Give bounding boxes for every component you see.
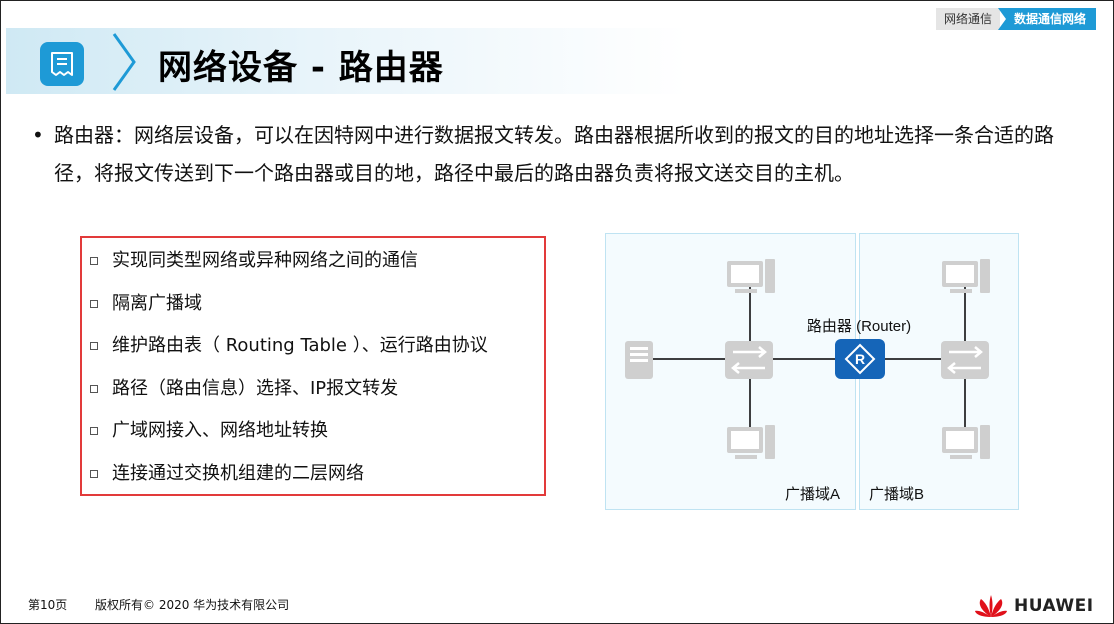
router-definition-text: 路由器：网络层设备，可以在因特网中进行数据报文转发。路由器根据所收到的报文的目的… (54, 123, 1054, 185)
svg-text:R: R (855, 351, 865, 367)
main-bullet: • 路由器：网络层设备，可以在因特网中进行数据报文转发。路由器根据所收到的报文的… (32, 116, 1074, 192)
list-item-text: 维护路由表（ Routing Table ）、运行路由协议 (112, 335, 488, 357)
square-bullet-icon (90, 384, 98, 393)
chevron-right-icon (112, 33, 136, 91)
broadcast-domain-b-label: 广播域B (869, 486, 924, 503)
square-bullet-icon (90, 469, 98, 478)
breadcrumb: 网络通信 数据通信网络 (935, 8, 1096, 30)
router-icon: R (835, 339, 885, 379)
switch-icon (725, 341, 773, 379)
list-item: 广域网接入、网络地址转换 (90, 410, 488, 453)
server-icon (625, 341, 653, 379)
list-item-text: 连接通过交换机组建的二层网络 (112, 462, 364, 484)
list-item: 实现同类型网络或异种网络之间的通信 (90, 240, 488, 283)
brand-name: HUAWEI (1014, 596, 1094, 616)
list-item: 连接通过交换机组建的二层网络 (90, 453, 488, 496)
square-bullet-icon (90, 342, 98, 351)
list-item-text: 隔离广播域 (112, 292, 202, 314)
list-item: 隔离广播域 (90, 283, 488, 326)
breadcrumb-item-data-communication-network[interactable]: 数据通信网络 (997, 8, 1096, 30)
page-number: 第10页 (28, 598, 68, 612)
breadcrumb-item-network-communication[interactable]: 网络通信 (935, 8, 1000, 30)
router-function-list: 实现同类型网络或异种网络之间的通信 隔离广播域 维护路由表（ Routing T… (90, 240, 488, 495)
huawei-petals-icon (975, 595, 1007, 617)
copyright-text: 版权所有© 2020 华为技术有限公司 (95, 598, 290, 612)
list-item-text: 实现同类型网络或异种网络之间的通信 (112, 250, 418, 272)
broadcast-domain-a-label: 广播域A (785, 486, 840, 503)
list-item-text: 路径（路由信息）选择、IP报文转发 (112, 377, 399, 399)
network-diagram: R 路由器 (Router) 广播域A 广播域B (605, 233, 1019, 510)
router-label: 路由器 (Router) (807, 318, 911, 335)
list-item: 路径（路由信息）选择、IP报文转发 (90, 368, 488, 411)
square-bullet-icon (90, 427, 98, 436)
list-item: 维护路由表（ Routing Table ）、运行路由协议 (90, 325, 488, 368)
document-icon (40, 42, 84, 86)
list-item-text: 广域网接入、网络地址转换 (112, 420, 328, 442)
square-bullet-icon (90, 257, 98, 266)
square-bullet-icon (90, 299, 98, 308)
page-title: 网络设备 - 路由器 (158, 48, 444, 88)
switch-icon (941, 341, 989, 379)
huawei-logo: HUAWEI (974, 594, 1094, 618)
bullet-icon: • (32, 123, 44, 147)
